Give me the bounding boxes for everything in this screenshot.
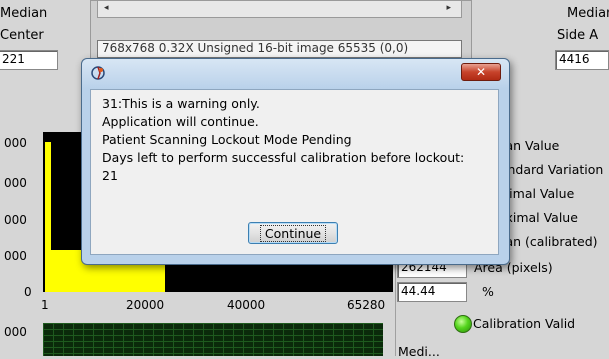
secondary-plot: [43, 323, 383, 356]
y-tick-label-lower: 000: [4, 325, 27, 339]
percent-label: %: [482, 284, 494, 299]
median-label-right: Median: [567, 6, 609, 21]
y-tick-label: 000: [4, 213, 27, 227]
message-line: Application will continue.: [102, 114, 259, 129]
x-tick-label: 1: [41, 298, 49, 312]
dialog-titlebar[interactable]: ✕: [82, 59, 509, 89]
median-center-value[interactable]: 221: [0, 50, 58, 70]
median-label-left: Median: [0, 6, 48, 21]
message-line: Patient Scanning Lockout Mode Pending: [102, 132, 352, 147]
percent-value[interactable]: 44.44: [397, 282, 467, 302]
y-tick-label: 000: [4, 176, 27, 190]
side-a-label: Side A: [557, 28, 599, 43]
x-tick-label: 40000: [227, 298, 266, 312]
message-line: 21: [102, 168, 118, 183]
message-line: Days left to perform successful calibrat…: [102, 150, 465, 165]
app-icon: [91, 66, 105, 80]
median-side-a-value[interactable]: 4416: [555, 50, 609, 70]
continue-button[interactable]: Continue: [248, 222, 338, 244]
y-tick-label: 0: [24, 285, 32, 299]
close-icon: ✕: [475, 65, 487, 79]
bottom-stat-label: Medi...: [398, 344, 440, 359]
warning-dialog: ✕ 31:This is a warning only. Application…: [81, 58, 510, 265]
center-label-left: Center: [0, 28, 44, 43]
y-tick-label: 000: [4, 136, 27, 150]
x-tick-label: 65280: [347, 298, 386, 312]
continue-button-label: Continue: [259, 224, 327, 242]
y-tick-label: 000: [4, 249, 27, 263]
scroll-right-icon[interactable]: ▸: [446, 3, 451, 13]
scroll-left-icon[interactable]: ◂: [104, 3, 109, 13]
message-line: 31:This is a warning only.: [102, 96, 260, 111]
image-scrollbar[interactable]: ◂ ▸: [97, 0, 462, 18]
image-info-box: 768x768 0.32X Unsigned 16-bit image 6553…: [97, 40, 462, 58]
calibration-valid-label: Calibration Valid: [473, 316, 576, 331]
x-tick-label: 20000: [126, 298, 165, 312]
calibration-led-icon: [454, 315, 472, 333]
close-button[interactable]: ✕: [461, 63, 501, 81]
